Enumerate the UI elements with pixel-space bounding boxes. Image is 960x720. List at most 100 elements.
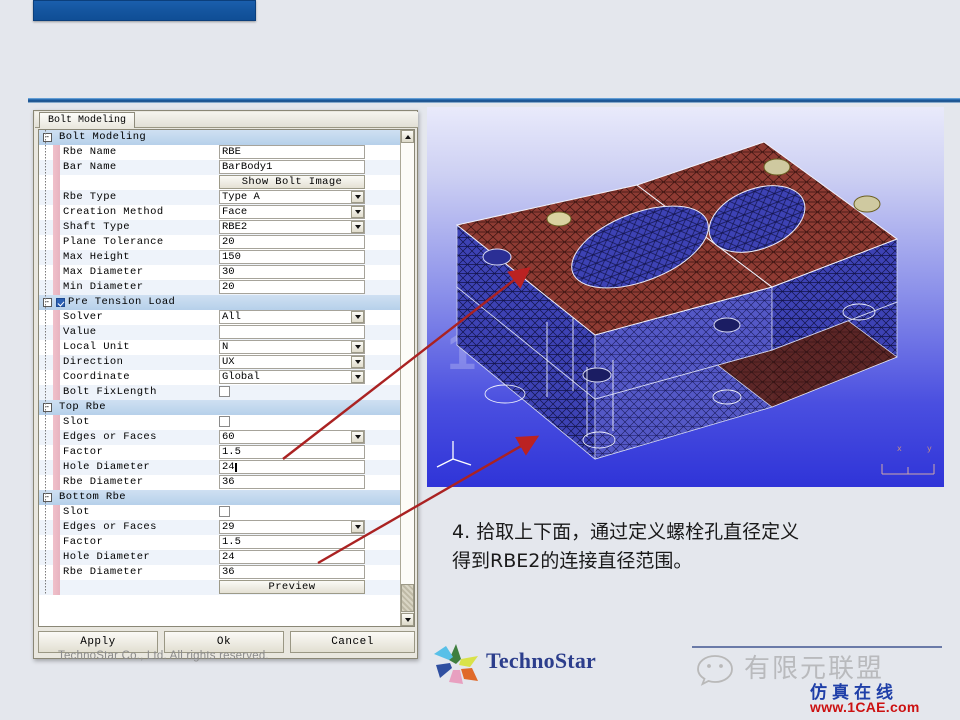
property-label: Slot bbox=[63, 416, 90, 428]
scrollbar-track[interactable] bbox=[401, 143, 414, 584]
property-label: Rbe Diameter bbox=[63, 476, 144, 488]
scroll-down-icon[interactable] bbox=[401, 613, 414, 626]
category-strip bbox=[53, 505, 60, 595]
property-row: Slot bbox=[39, 505, 400, 520]
category-strip bbox=[53, 145, 60, 295]
combo-creation-method[interactable]: Face bbox=[219, 205, 365, 219]
property-label: Creation Method bbox=[63, 206, 164, 218]
checkbox-pre-tension-load[interactable] bbox=[56, 298, 65, 307]
combo-coordinate[interactable]: Global bbox=[219, 370, 365, 384]
input-value[interactable] bbox=[219, 325, 365, 339]
property-row: Show Bolt Image bbox=[39, 175, 400, 190]
property-row: Hole Diameter 24 bbox=[39, 550, 400, 565]
property-row: Value bbox=[39, 325, 400, 340]
input-max-height[interactable]: 150 bbox=[219, 250, 365, 264]
property-label: Factor bbox=[63, 446, 104, 458]
chevron-down-icon[interactable] bbox=[351, 371, 364, 383]
section-label-top-rbe: Top Rbe bbox=[59, 401, 106, 413]
combo-local-unit[interactable]: N bbox=[219, 340, 365, 354]
scrollbar-thumb[interactable] bbox=[401, 584, 414, 612]
combo-edges-or-faces[interactable]: 60 bbox=[219, 430, 365, 444]
checkbox-bolt-fixlength[interactable] bbox=[219, 386, 230, 397]
input-rbe-diameter[interactable]: 36 bbox=[219, 475, 365, 489]
property-label: Max Height bbox=[63, 251, 131, 263]
wechat-icon bbox=[697, 655, 733, 686]
input-hole-diameter[interactable]: 24 bbox=[219, 550, 365, 564]
property-label: Rbe Type bbox=[63, 191, 117, 203]
chevron-down-icon[interactable] bbox=[351, 221, 364, 233]
property-label: Min Diameter bbox=[63, 281, 144, 293]
property-row: Creation Method Face bbox=[39, 205, 400, 220]
chevron-down-icon[interactable] bbox=[351, 191, 364, 203]
technostar-wordmark: TechnoStar bbox=[486, 648, 596, 673]
combo-solver[interactable]: All bbox=[219, 310, 365, 324]
section-header-bottom-rbe[interactable]: - Bottom Rbe bbox=[39, 490, 400, 505]
checkbox-slot[interactable] bbox=[219, 506, 230, 517]
category-strip bbox=[53, 415, 60, 490]
property-label: Solver bbox=[63, 311, 104, 323]
property-label: Edges or Faces bbox=[63, 521, 157, 533]
footer-copyright: TechnoStar Co., Ltd. All rights reserved… bbox=[58, 650, 269, 662]
input-bar-name[interactable]: BarBody1 bbox=[219, 160, 365, 174]
input-max-diameter[interactable]: 30 bbox=[219, 265, 365, 279]
property-label: Hole Diameter bbox=[63, 551, 151, 563]
property-row: Bolt FixLength bbox=[39, 385, 400, 400]
property-label: Bar Name bbox=[63, 161, 117, 173]
property-label: Value bbox=[63, 326, 97, 338]
input-rbe-diameter[interactable]: 36 bbox=[219, 565, 365, 579]
chevron-down-icon[interactable] bbox=[351, 311, 364, 323]
property-row: Slot bbox=[39, 415, 400, 430]
tab-bolt-modeling[interactable]: Bolt Modeling bbox=[39, 112, 136, 128]
input-plane-tolerance[interactable]: 20 bbox=[219, 235, 365, 249]
property-grid-rows: - Bolt Modeling Rbe Name RBE Bar Name BarBody… bbox=[39, 130, 400, 626]
property-row: Rbe Type Type A bbox=[39, 190, 400, 205]
combo-rbe-type[interactable]: Type A bbox=[219, 190, 365, 204]
property-row: Plane Tolerance 20 bbox=[39, 235, 400, 250]
property-row: Rbe Diameter 36 bbox=[39, 475, 400, 490]
chevron-down-icon[interactable] bbox=[351, 206, 364, 218]
technostar-logo: TechnoStar bbox=[428, 640, 688, 688]
input-rbe-name[interactable]: RBE bbox=[219, 145, 365, 159]
checkbox-slot[interactable] bbox=[219, 416, 230, 427]
section-label-pre-tension-load: Pre Tension Load bbox=[68, 296, 176, 308]
property-label: Slot bbox=[63, 506, 90, 518]
property-row: Edges or Faces 29 bbox=[39, 520, 400, 535]
property-row: Hole Diameter 24 bbox=[39, 460, 400, 475]
section-header-pre-tension-load[interactable]: - Pre Tension Load bbox=[39, 295, 400, 310]
section-header-bolt-modeling[interactable]: - Bolt Modeling bbox=[39, 130, 400, 145]
property-row: Local Unit N bbox=[39, 340, 400, 355]
step-annotation: 4. 拾取上下面，通过定义螺栓孔直径定义 得到RBE2的连接直径范围。 bbox=[452, 518, 922, 576]
property-label: Rbe Diameter bbox=[63, 566, 144, 578]
show-bolt-image-button[interactable]: Show Bolt Image bbox=[219, 175, 365, 189]
input-factor[interactable]: 1.5 bbox=[219, 535, 365, 549]
tree-rail bbox=[45, 130, 46, 595]
combo-edges-or-faces[interactable]: 29 bbox=[219, 520, 365, 534]
chevron-down-icon[interactable] bbox=[351, 341, 364, 353]
chevron-down-icon[interactable] bbox=[351, 356, 364, 368]
combo-shaft-type[interactable]: RBE2 bbox=[219, 220, 365, 234]
scroll-up-icon[interactable] bbox=[401, 130, 414, 143]
chevron-down-icon[interactable] bbox=[351, 431, 364, 443]
slide-title-placeholder bbox=[33, 0, 256, 21]
input-hole-diameter[interactable]: 24 bbox=[219, 460, 365, 474]
text-caret bbox=[236, 463, 238, 472]
cancel-button[interactable]: Cancel bbox=[290, 631, 415, 653]
property-row: Coordinate Global bbox=[39, 370, 400, 385]
dialog-tabstrip: Bolt Modeling bbox=[35, 112, 418, 128]
property-row: Preview bbox=[39, 580, 400, 595]
preview-button[interactable]: Preview bbox=[219, 580, 365, 594]
property-label: Rbe Name bbox=[63, 146, 117, 158]
svg-text:x: x bbox=[897, 444, 902, 453]
property-row: Rbe Diameter 36 bbox=[39, 565, 400, 580]
section-header-top-rbe[interactable]: - Top Rbe bbox=[39, 400, 400, 415]
property-grid-scrollbar[interactable] bbox=[400, 130, 414, 626]
combo-direction[interactable]: UX bbox=[219, 355, 365, 369]
bolt-modeling-dialog[interactable]: Bolt Modeling - Bolt Modeling Rbe Name RBE B… bbox=[33, 110, 418, 659]
chevron-down-icon[interactable] bbox=[351, 521, 364, 533]
property-grid[interactable]: - Bolt Modeling Rbe Name RBE Bar Name BarBody… bbox=[38, 129, 415, 627]
model-viewport[interactable]: 1CAE.COM bbox=[427, 107, 944, 487]
annotation-line-2: 得到RBE2的连接直径范围。 bbox=[452, 550, 693, 572]
input-factor[interactable]: 1.5 bbox=[219, 445, 365, 459]
input-min-diameter[interactable]: 20 bbox=[219, 280, 365, 294]
property-label: Plane Tolerance bbox=[63, 236, 164, 248]
